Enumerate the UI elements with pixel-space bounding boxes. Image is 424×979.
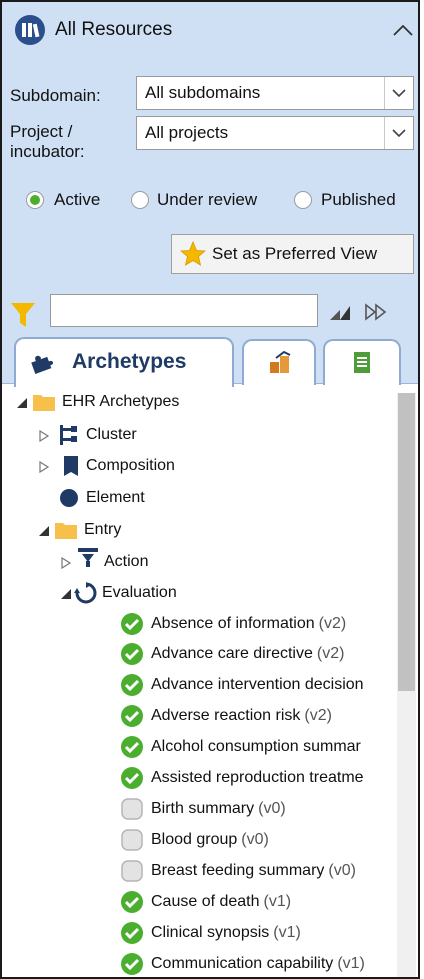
radio-active-label[interactable]: Active	[54, 190, 100, 210]
subdomain-dropdown-arrow[interactable]	[384, 77, 413, 109]
archetype-name: Absence of information	[151, 615, 315, 632]
cluster-icon	[60, 425, 77, 445]
published-check-icon	[121, 922, 143, 944]
radio-published-label[interactable]: Published	[321, 190, 396, 210]
draft-status-icon	[121, 829, 143, 851]
archetype-version: (v0)	[258, 800, 286, 817]
archetype-name: Blood group	[151, 831, 238, 848]
archetype-version: (v1)	[273, 924, 301, 941]
radio-published[interactable]	[294, 191, 312, 209]
panel-header: All Resources	[12, 14, 418, 48]
project-label-line2: incubator:	[10, 142, 85, 161]
published-check-icon	[121, 736, 143, 758]
subdomain-select[interactable]: All subdomains	[136, 76, 414, 110]
tree-label: Evaluation	[102, 584, 177, 601]
draft-status-icon	[121, 860, 143, 882]
project-value: All projects	[145, 123, 229, 142]
set-preferred-view-button[interactable]: Set as Preferred View	[171, 234, 414, 274]
published-check-icon	[121, 705, 143, 727]
draft-status-icon	[121, 798, 143, 820]
archetype-name: Alcohol consumption summar	[151, 738, 361, 755]
collapsed-triangle-icon[interactable]	[60, 557, 72, 569]
resource-browser-panel: All Resources Subdomain: All subdomains …	[0, 0, 420, 979]
subdomain-label: Subdomain:	[10, 86, 101, 105]
expanded-triangle-icon[interactable]	[38, 525, 50, 537]
tab-templates[interactable]	[242, 339, 316, 385]
tree-label: Entry	[84, 521, 122, 538]
archetype-name: Breast feeding summary	[151, 862, 325, 879]
published-check-icon	[121, 953, 143, 975]
published-check-icon	[121, 613, 143, 635]
filter-input[interactable]	[50, 294, 318, 327]
tree-scrollbar[interactable]	[397, 393, 416, 977]
document-icon	[354, 352, 370, 373]
status-radio-group: Active Under review Published	[20, 188, 418, 214]
sort-icon[interactable]	[329, 302, 351, 322]
archetype-version: (v0)	[241, 831, 269, 848]
collapsed-triangle-icon[interactable]	[38, 430, 50, 442]
archetype-name: Adverse reaction risk	[151, 707, 301, 724]
archetype-tree: EHR Archetypes Cluster Composition Eleme…	[2, 388, 396, 977]
expanded-triangle-icon[interactable]	[16, 397, 28, 409]
tree-label: Cluster	[86, 426, 137, 443]
composition-icon	[64, 456, 78, 476]
archetype-version: (v2)	[318, 615, 347, 632]
archetype-version: (v2)	[316, 645, 345, 662]
chevron-up-icon[interactable]	[392, 22, 414, 38]
chevron-down-icon	[392, 129, 406, 138]
library-icon	[15, 15, 45, 45]
archetype-version: (v1)	[263, 893, 292, 910]
folder-icon	[55, 523, 77, 539]
collapsed-triangle-icon[interactable]	[38, 461, 50, 473]
radio-under-review-label[interactable]: Under review	[157, 190, 257, 210]
action-icon	[78, 548, 98, 567]
published-check-icon	[121, 767, 143, 789]
archetype-name: Cause of death	[151, 893, 260, 910]
archetype-name: Birth summary	[151, 800, 255, 817]
folder-icon	[33, 395, 55, 411]
subdomain-value: All subdomains	[145, 83, 261, 102]
tab-documents[interactable]	[323, 339, 401, 385]
project-label-line1: Project /	[10, 122, 73, 141]
tab-archetypes-label: Archetypes	[72, 350, 187, 373]
tree-label: Composition	[86, 457, 175, 474]
project-dropdown-arrow[interactable]	[384, 117, 413, 149]
archetype-name: Advance intervention decision	[151, 676, 364, 693]
tab-archetypes[interactable]: Archetypes	[14, 337, 234, 387]
puzzle-icon	[31, 355, 54, 374]
star-icon	[180, 241, 206, 266]
archetype-name: Clinical synopsis	[151, 924, 270, 941]
project-select[interactable]: All projects	[136, 116, 414, 150]
published-check-icon	[121, 674, 143, 696]
tree-label: Element	[86, 489, 145, 506]
evaluation-icon	[74, 582, 97, 604]
radio-under-review[interactable]	[131, 191, 149, 209]
archetype-version: (v2)	[304, 707, 332, 724]
published-check-icon	[121, 643, 143, 665]
archetype-name: Assisted reproduction treatme	[151, 769, 364, 786]
expanded-triangle-icon[interactable]	[60, 588, 72, 600]
filter-panel: All Resources Subdomain: All subdomains …	[2, 2, 418, 387]
filter-funnel-icon	[11, 303, 35, 327]
chevron-down-icon	[392, 89, 406, 98]
archetype-version: (v0)	[328, 862, 356, 879]
archetype-name: Advance care directive	[151, 645, 313, 662]
radio-active[interactable]	[26, 191, 44, 209]
fast-forward-icon[interactable]	[364, 302, 388, 322]
element-icon	[60, 489, 78, 507]
tree-label: Action	[104, 553, 149, 570]
tree-label: EHR Archetypes	[62, 393, 180, 410]
panel-title: All Resources	[55, 19, 173, 40]
archetype-name: Communication capability	[151, 955, 334, 972]
archetype-version: (v1)	[337, 955, 365, 972]
published-check-icon	[121, 891, 143, 913]
templates-icon	[270, 350, 291, 373]
scrollbar-thumb[interactable]	[398, 393, 415, 691]
set-preferred-view-label: Set as Preferred View	[212, 244, 378, 263]
